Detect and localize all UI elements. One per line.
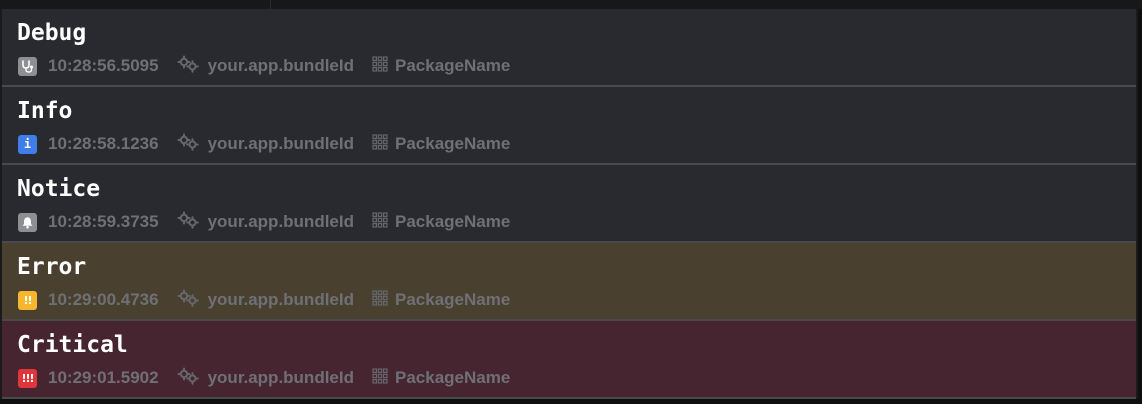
bell-icon <box>18 212 37 232</box>
gears-icon <box>177 133 201 156</box>
timestamp: 10:28:58.1236 <box>48 134 159 153</box>
timestamp: 10:29:01.5902 <box>48 368 159 387</box>
log-entry-error[interactable]: Error !! 10:29:00.4736 your.app.bundleId… <box>2 243 1136 321</box>
package-grid-icon <box>372 289 388 311</box>
package-name: PackageName <box>395 212 511 231</box>
gears-icon <box>177 289 201 312</box>
gears-icon <box>177 55 201 78</box>
log-level-title: Error <box>17 254 87 280</box>
log-entry-metadata: 10:28:59.3735 your.app.bundleId PackageN… <box>18 211 511 234</box>
stethoscope-icon <box>18 56 37 76</box>
info-icon: i <box>18 134 37 154</box>
bundle-id: your.app.bundleId <box>207 134 354 153</box>
package-grid-icon <box>372 133 388 155</box>
double-exclamation-icon: !! <box>18 290 37 310</box>
log-level-title: Critical <box>17 332 128 358</box>
package-grid-icon <box>372 367 388 389</box>
timestamp: 10:28:56.5095 <box>48 56 159 75</box>
timestamp: 10:29:00.4736 <box>48 290 159 309</box>
package-name: PackageName <box>395 368 511 387</box>
bundle-id: your.app.bundleId <box>207 56 354 75</box>
log-entry-debug[interactable]: Debug 10:28:56.5095 your.app.bundleId Pa… <box>2 9 1136 87</box>
log-entry-list: Debug 10:28:56.5095 your.app.bundleId Pa… <box>0 9 1138 399</box>
log-entry-metadata: !! 10:29:00.4736 your.app.bundleId Packa… <box>18 289 511 312</box>
toolbar-divider <box>270 0 271 9</box>
log-level-title: Notice <box>17 176 101 202</box>
log-level-title: Info <box>17 98 73 124</box>
log-entry-metadata: 10:28:56.5095 your.app.bundleId PackageN… <box>18 55 511 78</box>
badge-label: !!! <box>21 371 34 385</box>
bundle-id: your.app.bundleId <box>207 212 354 231</box>
top-toolbar-strip <box>0 0 1142 9</box>
badge-label: i <box>23 136 32 151</box>
triple-exclamation-icon: !!! <box>18 368 37 388</box>
package-name: PackageName <box>395 134 511 153</box>
gears-icon <box>177 211 201 234</box>
bundle-id: your.app.bundleId <box>207 368 354 387</box>
gears-icon <box>177 367 201 390</box>
timestamp: 10:28:59.3735 <box>48 212 159 231</box>
package-name: PackageName <box>395 56 511 75</box>
log-entry-notice[interactable]: Notice 10:28:59.3735 your.app.bundleId P… <box>2 165 1136 243</box>
log-level-title: Debug <box>17 20 87 46</box>
bundle-id: your.app.bundleId <box>207 290 354 309</box>
package-grid-icon <box>372 55 388 77</box>
log-entry-metadata: i 10:28:58.1236 your.app.bundleId Packag… <box>18 133 511 156</box>
log-entry-critical[interactable]: Critical !!! 10:29:01.5902 your.app.bund… <box>2 321 1136 399</box>
package-grid-icon <box>372 211 388 233</box>
badge-label: !! <box>23 293 32 307</box>
package-name: PackageName <box>395 290 511 309</box>
log-entry-info[interactable]: Info i 10:28:58.1236 your.app.bundleId P… <box>2 87 1136 165</box>
log-entry-metadata: !!! 10:29:01.5902 your.app.bundleId Pack… <box>18 367 511 390</box>
